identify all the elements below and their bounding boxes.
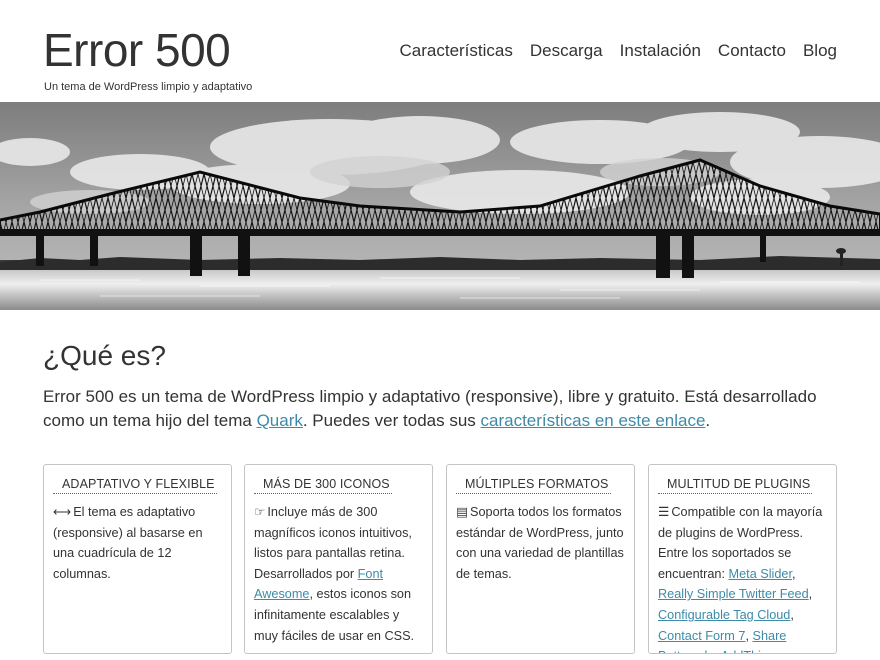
site-tagline: Un tema de WordPress limpio y adaptativo: [44, 81, 253, 93]
hero-banner-image: [0, 102, 880, 310]
feature-text: ▤ Soporta todos los formatos estándar de …: [456, 502, 625, 584]
contact-form-link[interactable]: Contact Form 7: [658, 629, 745, 643]
twitter-feed-link[interactable]: Really Simple Twitter Feed: [658, 587, 809, 601]
features-link[interactable]: características en este enlace: [481, 411, 706, 430]
feature-card-plugins: Multitud de plugins ☰ Compatible con la m…: [648, 464, 837, 654]
main-nav: Características Descarga Instalación Con…: [400, 40, 838, 62]
meta-slider-link[interactable]: Meta Slider: [729, 567, 792, 581]
feature-text-body: Soporta todos los formatos estándar de W…: [456, 505, 624, 581]
feature-card-iconos: Más de 300 iconos ☞ Incluye más de 300 ma…: [244, 464, 433, 654]
nav-item-descarga[interactable]: Descarga: [530, 40, 603, 62]
list-icon: ☰: [658, 505, 670, 519]
site-title[interactable]: Error 500: [43, 22, 231, 78]
feature-text: ☞ Incluye más de 300 magníficos iconos in…: [254, 502, 423, 646]
feature-title: Multitud de plugins: [658, 476, 813, 494]
feature-title: Más de 300 iconos: [254, 476, 392, 494]
about-text-part-2: . Puedes ver todas sus: [302, 411, 481, 430]
feature-text-body: Incluye más de 300 magníficos iconos int…: [254, 505, 412, 581]
tag-cloud-link[interactable]: Configurable Tag Cloud: [658, 608, 790, 622]
separator: ,: [792, 566, 796, 581]
arrows-h-icon: ⟷: [53, 505, 72, 519]
feature-title: Adaptativo y flexible: [53, 476, 217, 494]
separator: ,: [790, 607, 794, 622]
separator: ,: [808, 587, 813, 602]
about-title: ¿Qué es?: [43, 340, 166, 371]
feature-card-adaptativo: Adaptativo y flexible ⟷ El tema es adapta…: [43, 464, 232, 654]
site-header: Error 500 Un tema de WordPress limpio y …: [0, 0, 880, 102]
text-end: .: [767, 649, 771, 653]
quark-link[interactable]: Quark: [257, 411, 303, 430]
document-icon: ▤: [456, 505, 468, 519]
nav-item-contacto[interactable]: Contacto: [718, 40, 786, 62]
feature-title: Múltiples formatos: [456, 476, 611, 494]
feature-text-body: El tema es adaptativo (responsive) al ba…: [53, 505, 203, 581]
nav-item-blog[interactable]: Blog: [803, 40, 837, 62]
hand-pointing-icon: ☞: [254, 505, 266, 519]
about-text-part-3: .: [705, 411, 711, 430]
nav-item-caracteristicas[interactable]: Características: [400, 40, 513, 62]
separator: ,: [745, 628, 753, 643]
features-section: Adaptativo y flexible ⟷ El tema es adapta…: [43, 464, 837, 660]
feature-text: ☰ Compatible con la mayoría de plugins de…: [658, 502, 827, 653]
feature-text: ⟷ El tema es adaptativo (responsive) al b…: [53, 502, 222, 584]
nav-item-instalacion[interactable]: Instalación: [620, 40, 701, 62]
feature-card-formatos: Múltiples formatos ▤ Soporta todos los fo…: [446, 464, 635, 654]
about-text: Error 500 es un tema de WordPress limpio…: [43, 385, 843, 433]
